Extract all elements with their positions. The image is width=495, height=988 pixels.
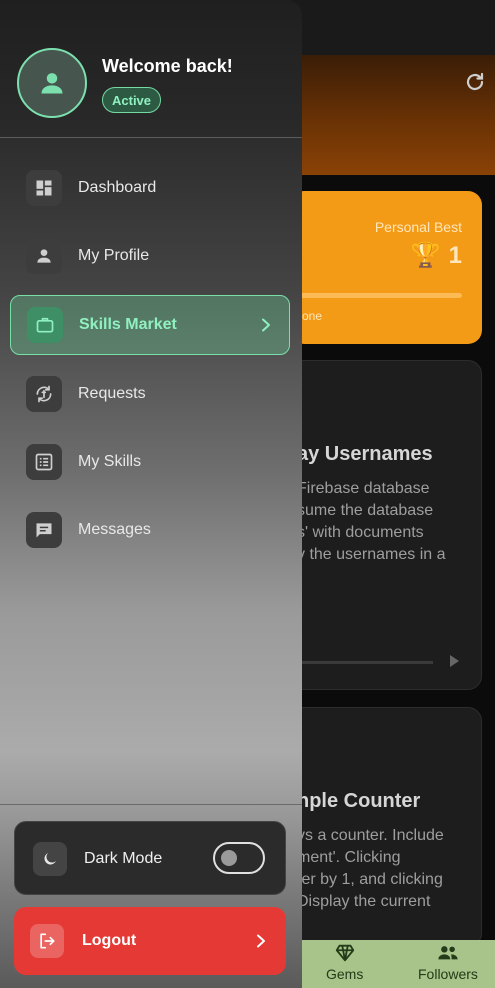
nav-item-my-skills[interactable]: My Skills	[10, 432, 290, 492]
person-icon	[26, 238, 62, 274]
skill-card-title: ay Usernames	[297, 443, 433, 465]
skill-card-title: nple Counter	[297, 790, 421, 812]
bottom-nav-label: Gems	[326, 966, 364, 982]
status-badge: Active	[102, 87, 162, 113]
bottom-nav-label: Followers	[418, 966, 478, 982]
gem-icon	[335, 944, 354, 962]
dark-mode-label: Dark Mode	[84, 850, 163, 867]
bottom-nav-gems[interactable]: Gems	[326, 942, 363, 982]
nav-item-label: My Skills	[78, 453, 142, 470]
avatar[interactable]	[17, 48, 87, 118]
chat-icon	[26, 512, 62, 548]
nav-item-messages[interactable]: Messages	[10, 500, 290, 560]
swap-icon	[26, 376, 62, 412]
personal-best-progress	[290, 293, 462, 298]
people-icon	[438, 946, 458, 960]
toggle-knob	[221, 850, 237, 866]
nav-item-requests[interactable]: Requests	[10, 364, 290, 424]
skill-card[interactable]: ay Usernames Firebase database sume the …	[290, 360, 482, 690]
skill-card[interactable]: nple Counter ys a counter. Include ment'…	[290, 707, 482, 947]
chevron-right-icon	[257, 934, 265, 948]
bottom-nav: Gems Followers	[290, 940, 495, 988]
nav-item-dashboard[interactable]: Dashboard	[10, 158, 290, 218]
nav-item-my-profile[interactable]: My Profile	[10, 226, 290, 286]
skill-card-description: Firebase database sume the database s' w…	[297, 480, 446, 563]
welcome-text: Welcome back!	[102, 56, 233, 76]
briefcase-icon	[27, 307, 63, 343]
nav-item-label: Dashboard	[78, 179, 157, 196]
personal-best-label: Personal Best	[374, 219, 462, 235]
personal-best-value: 🏆 1	[411, 241, 462, 270]
refresh-icon[interactable]	[463, 70, 487, 94]
drawer-header: Welcome back! Active	[0, 0, 302, 138]
trophy-icon: 🏆	[410, 242, 441, 269]
list-icon	[26, 444, 62, 480]
person-icon	[41, 73, 63, 94]
dashboard-icon	[26, 170, 62, 206]
dark-mode-row: Dark Mode	[14, 821, 286, 895]
dark-mode-toggle[interactable]	[213, 842, 265, 874]
chevron-right-icon	[262, 318, 270, 332]
nav-item-label: Skills Market	[79, 316, 177, 333]
drawer-divider	[0, 804, 302, 805]
nav-item-label: Messages	[78, 521, 151, 538]
logout-icon	[30, 924, 64, 958]
personal-best-progress-text: one	[302, 309, 323, 323]
skill-card-description: ys a counter. Include ment'. Clicking te…	[297, 827, 444, 910]
bottom-nav-followers[interactable]: Followers	[418, 942, 478, 982]
nav-item-skills-market[interactable]: Skills Market	[10, 295, 290, 355]
navigation-drawer: Welcome back! Active Dashboard My Profil…	[0, 0, 302, 988]
logout-label: Logout	[82, 932, 137, 949]
personal-best-number: 1	[448, 241, 462, 269]
logout-button[interactable]: Logout	[14, 907, 286, 975]
personal-best-card[interactable]: Personal Best 🏆 1 one	[290, 191, 482, 344]
play-icon[interactable]	[450, 655, 459, 667]
nav-item-label: Requests	[78, 385, 146, 402]
skill-card-progress	[291, 661, 433, 664]
moon-icon	[33, 842, 67, 876]
nav-item-label: My Profile	[78, 247, 150, 264]
